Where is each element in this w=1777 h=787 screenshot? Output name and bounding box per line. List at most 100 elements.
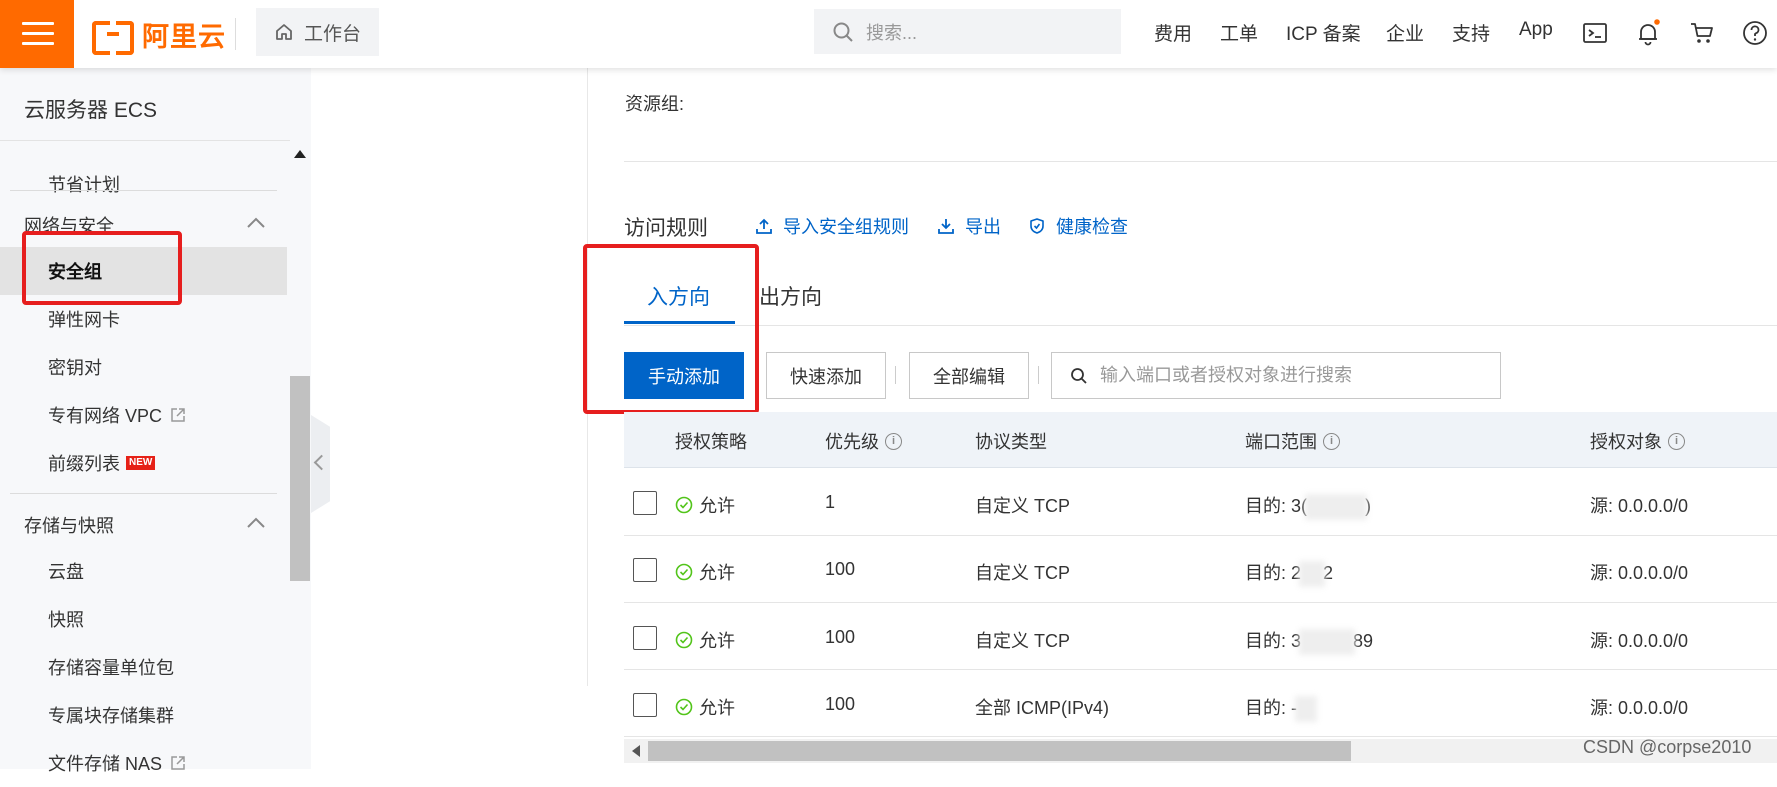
divider: [1038, 366, 1039, 384]
sidebar-item-disk[interactable]: 云盘: [0, 547, 287, 595]
sidebar-item-dedicated-block-storage[interactable]: 专属块存储集群: [0, 691, 287, 739]
rule-search-field[interactable]: [1051, 352, 1501, 399]
priority-cell: 1: [825, 492, 836, 512]
sidebar-item-nas[interactable]: 文件存储 NAS: [0, 739, 287, 787]
annotation-box-inbound: [583, 244, 759, 414]
sidebar-item-label: 前缀列表: [48, 454, 120, 474]
sidebar-item-label: 密钥对: [48, 358, 102, 378]
menu-icon-bar: [22, 32, 54, 35]
sidebar-item-keypair[interactable]: 密钥对: [0, 343, 287, 391]
port-prefix: 目的: 3: [1245, 631, 1302, 651]
edit-all-button[interactable]: 全部编辑: [909, 352, 1029, 399]
rule-search-input[interactable]: [1100, 365, 1500, 386]
sidebar-title: 云服务器 ECS: [24, 99, 158, 122]
import-rules-link[interactable]: 导入安全组规则: [755, 213, 909, 239]
divider: [0, 140, 311, 141]
divider: [10, 190, 277, 191]
info-icon[interactable]: i: [1323, 432, 1340, 450]
sidebar-scrollbar-thumb[interactable]: [290, 376, 310, 581]
divider: [235, 18, 236, 50]
table-horizontal-scrollbar-thumb[interactable]: [648, 741, 1351, 761]
source-cell: 源: 0.0.0.0/0: [1590, 496, 1689, 516]
nav-icp[interactable]: ICP 备案: [1286, 19, 1361, 46]
global-search-input[interactable]: 搜索...: [814, 9, 1121, 54]
import-rules-label: 导入安全组规则: [783, 217, 909, 237]
protocol-cell: 全部 ICMP(IPv4): [975, 698, 1110, 718]
export-link[interactable]: 导出: [937, 213, 1001, 239]
redacted-port: [1305, 494, 1368, 521]
check-circle-icon: [675, 631, 693, 649]
policy-label: 允许: [699, 631, 735, 651]
port-cell: 目的: 3 89: [1245, 627, 1374, 656]
check-circle-icon: [675, 698, 693, 716]
shield-icon: [1030, 218, 1044, 234]
nav-enterprise[interactable]: 企业: [1386, 19, 1424, 46]
chevron-up-icon[interactable]: [246, 216, 266, 230]
terminal-icon[interactable]: [1581, 19, 1609, 47]
col-protocol-label: 协议类型: [975, 432, 1047, 452]
priority-cell: 100: [825, 559, 856, 579]
nav-fees[interactable]: 费用: [1154, 19, 1192, 46]
external-link-icon: [171, 408, 185, 422]
sidebar-collapse-button[interactable]: [311, 415, 330, 513]
port-cell: 目的: 22: [1245, 559, 1333, 588]
sidebar-item-scu[interactable]: 存储容量单位包: [0, 643, 287, 691]
sidebar-item-vpc[interactable]: 专有网络 VPC: [0, 391, 287, 439]
quick-add-label: 快速添加: [790, 366, 862, 387]
port-suffix: 89: [1353, 631, 1374, 651]
col-port-range: 端口范围 i: [1245, 428, 1340, 454]
redacted-port: [1295, 696, 1317, 723]
protocol-cell: 自定义 TCP: [975, 631, 1071, 651]
redacted-port: [1299, 629, 1356, 656]
col-policy: 授权策略: [675, 428, 747, 454]
info-icon[interactable]: i: [1668, 432, 1685, 450]
workbench-button[interactable]: 工作台: [256, 8, 379, 56]
edit-all-label: 全部编辑: [933, 366, 1005, 387]
col-priority-label: 优先级: [825, 432, 879, 452]
scroll-up-arrow-icon[interactable]: [294, 150, 306, 158]
export-label: 导出: [965, 217, 1001, 237]
sidebar-item-savings-plan[interactable]: 节省计划: [0, 160, 287, 208]
top-bar: 阿里云 工作台 搜索... 费用 工单 ICP 备案 企业 支持 App: [0, 0, 1777, 68]
help-icon[interactable]: [1741, 19, 1769, 47]
bell-icon[interactable]: [1634, 19, 1662, 47]
nav-support[interactable]: 支持: [1452, 19, 1490, 46]
nav-app[interactable]: App: [1519, 19, 1553, 41]
row-checkbox[interactable]: [633, 491, 657, 515]
sidebar-item-snapshot[interactable]: 快照: [0, 595, 287, 643]
policy-allow: 允许: [675, 492, 735, 518]
aliyun-logo-icon: [92, 21, 134, 55]
sidebar-item-label: 存储容量单位包: [48, 658, 174, 678]
cart-icon[interactable]: [1688, 19, 1716, 47]
port-cell: 目的: 3(): [1245, 492, 1371, 521]
chevron-up-icon[interactable]: [246, 516, 266, 530]
sidebar-item-label: 快照: [48, 610, 84, 630]
check-circle-icon: [675, 563, 693, 581]
sidebar-item-label: 专有网络 VPC: [48, 406, 163, 426]
sidebar-item-label: 弹性网卡: [48, 310, 120, 330]
quick-add-button[interactable]: 快速添加: [766, 352, 886, 399]
aliyun-logo[interactable]: 阿里云: [92, 14, 226, 55]
row-checkbox[interactable]: [633, 626, 657, 650]
row-checkbox[interactable]: [633, 558, 657, 582]
sidebar-group-storage[interactable]: 存储与快照: [24, 512, 114, 538]
divider: [624, 325, 1777, 326]
download-icon: [938, 219, 954, 234]
col-port-range-label: 端口范围: [1245, 432, 1317, 452]
port-prefix: 目的: 3(: [1245, 496, 1308, 516]
row-checkbox[interactable]: [633, 693, 657, 717]
divider: [10, 493, 277, 494]
nav-tickets[interactable]: 工单: [1220, 19, 1258, 46]
sidebar-item-prefix-list[interactable]: 前缀列表 NEW: [0, 439, 287, 487]
health-check-link[interactable]: 健康检查: [1028, 213, 1128, 239]
tab-outbound[interactable]: 出方向: [759, 281, 822, 311]
search-icon: [1071, 367, 1087, 384]
priority-cell: 100: [825, 694, 856, 714]
redacted-port: [1299, 561, 1326, 588]
port-cell: 目的: -: [1245, 694, 1317, 723]
scroll-left-arrow-icon[interactable]: [632, 745, 640, 757]
info-icon[interactable]: i: [885, 432, 902, 450]
protocol-cell: 自定义 TCP: [975, 563, 1071, 583]
hamburger-menu-button[interactable]: [0, 0, 74, 68]
port-prefix: 目的: 2: [1245, 563, 1302, 583]
